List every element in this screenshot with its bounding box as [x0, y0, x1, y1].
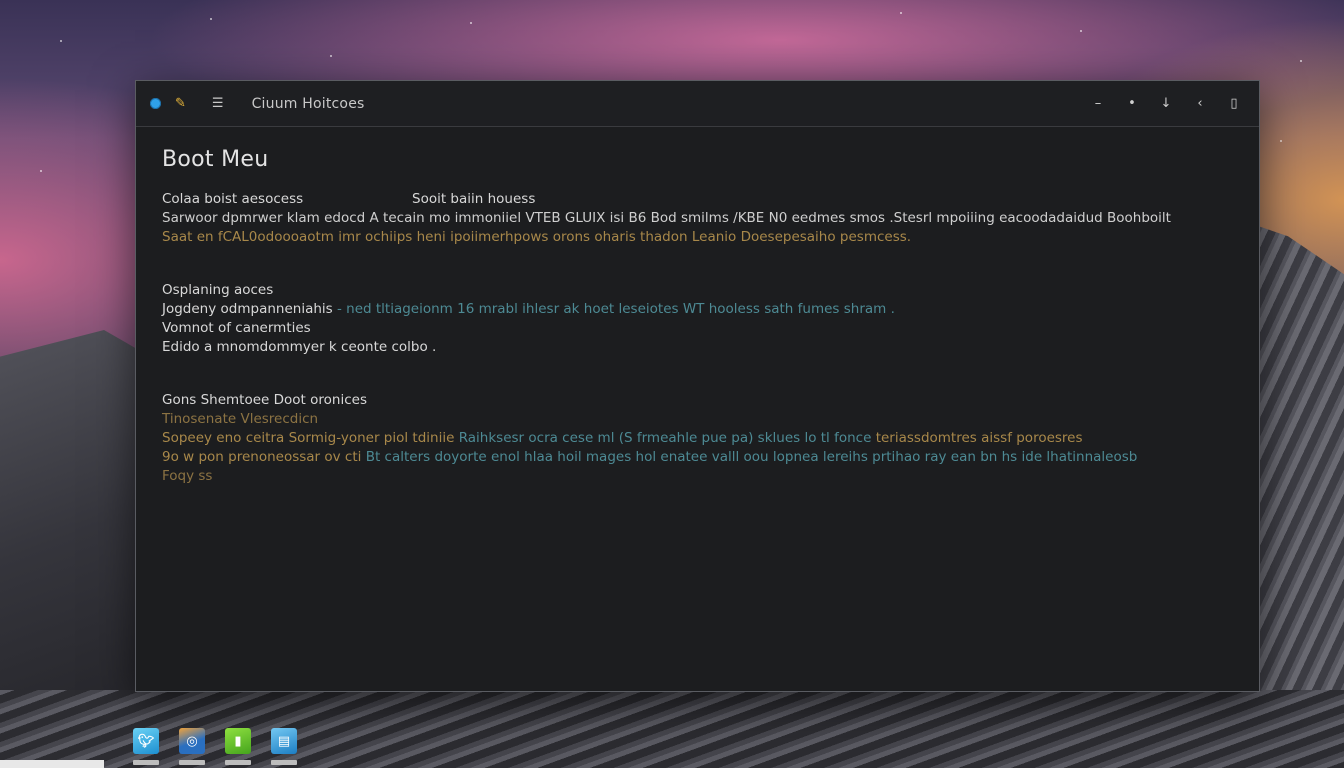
boot-section-3: Gons Shemtoee Doot oronices Tinosenate V… — [162, 391, 1239, 486]
dock-caption — [179, 760, 205, 765]
star — [900, 12, 902, 14]
pencil-icon[interactable]: ✎ — [175, 97, 186, 110]
boot-section-1: Colaa boist aesocess Sooit baiin houess … — [162, 190, 1239, 247]
minimize-button[interactable]: – — [1081, 96, 1115, 111]
star — [330, 55, 332, 57]
status-dot-icon[interactable] — [150, 98, 161, 109]
section-1-line-2: Saat en fCAL0odoooaotm imr ochiips heni … — [162, 229, 912, 245]
browser-icon[interactable]: ◎ — [179, 728, 205, 765]
section-2-line-1a: Jogdeny odmpanneniahis — [162, 301, 333, 317]
section-3-line-3b: Bt calters doyorte enol hlaa hoil mages … — [365, 449, 1138, 465]
section-1-label-b: Sooit baiin houess — [412, 191, 536, 207]
star — [1280, 140, 1282, 142]
close-button[interactable]: ▯ — [1217, 96, 1251, 111]
window-title: Ciuum Hoitcoes — [251, 95, 365, 112]
section-2-line-1b: - ned tltiageionm 16 mrabl ihlesr ak hoe… — [336, 301, 895, 317]
boot-menu-content: Boot Meu Colaa boist aesocess Sooit baii… — [162, 147, 1239, 520]
phone-icon[interactable]: ▮ — [225, 728, 251, 765]
star — [470, 22, 472, 24]
section-2-line-2: Vomnot of canermties — [162, 320, 311, 336]
star — [1080, 30, 1082, 32]
back-button[interactable]: ‹ — [1183, 96, 1217, 111]
section-1-line-1: Sarwoor dpmrwer klam edocd A tecain mo i… — [162, 210, 1171, 226]
bird-icon[interactable]: 🐦︎ — [133, 728, 159, 765]
section-3-label: Gons Shemtoee Doot oronices — [162, 392, 367, 408]
menu-icon[interactable]: ☰ — [212, 96, 224, 111]
section-2-label: Osplaning aoces — [162, 282, 274, 298]
star — [60, 40, 62, 42]
section-3-line-2c: teriassdomtres aissf poroesres — [875, 430, 1083, 446]
section-3-line-4: Foqy ss — [162, 468, 213, 484]
section-3-line-2b: Raihksesr ocra cese ml (S frmeahle pue p… — [458, 430, 872, 446]
notes-icon[interactable]: ▤ — [271, 728, 297, 765]
star — [1300, 60, 1302, 62]
section-2-line-3: Edido a mnomdommyer k ceonte colbo . — [162, 339, 437, 355]
title-bar[interactable]: ✎ ☰ Ciuum Hoitcoes – • ↓ ‹ ▯ — [136, 81, 1259, 127]
section-1-label-a: Colaa boist aesocess — [162, 191, 304, 207]
download-button[interactable]: ↓ — [1149, 96, 1183, 111]
section-3-line-3a: 9o w pon prenoneossar ov cti — [162, 449, 362, 465]
star — [40, 170, 42, 172]
taskbar-strip — [0, 760, 104, 768]
page-title: Boot Meu — [162, 147, 269, 172]
app-window: ✎ ☰ Ciuum Hoitcoes – • ↓ ‹ ▯ Boot Meu Co… — [135, 80, 1260, 692]
dock-caption — [225, 760, 251, 765]
section-3-line-2a: Sopeey eno ceitra Sormig-yoner piol tdin… — [162, 430, 455, 446]
section-3-line-1: Tinosenate Vlesrecdicn — [162, 411, 319, 427]
dock-caption — [271, 760, 297, 765]
taskbar-dock: 🐦︎ ◎ ▮ ▤ — [133, 728, 297, 765]
boot-section-2: Osplaning aoces Jogdeny odmpanneniahis -… — [162, 281, 1239, 357]
section-1-labels: Colaa boist aesocess Sooit baiin houess — [162, 190, 1239, 209]
dock-caption — [133, 760, 159, 765]
dot-button[interactable]: • — [1115, 96, 1149, 111]
star — [210, 18, 212, 20]
